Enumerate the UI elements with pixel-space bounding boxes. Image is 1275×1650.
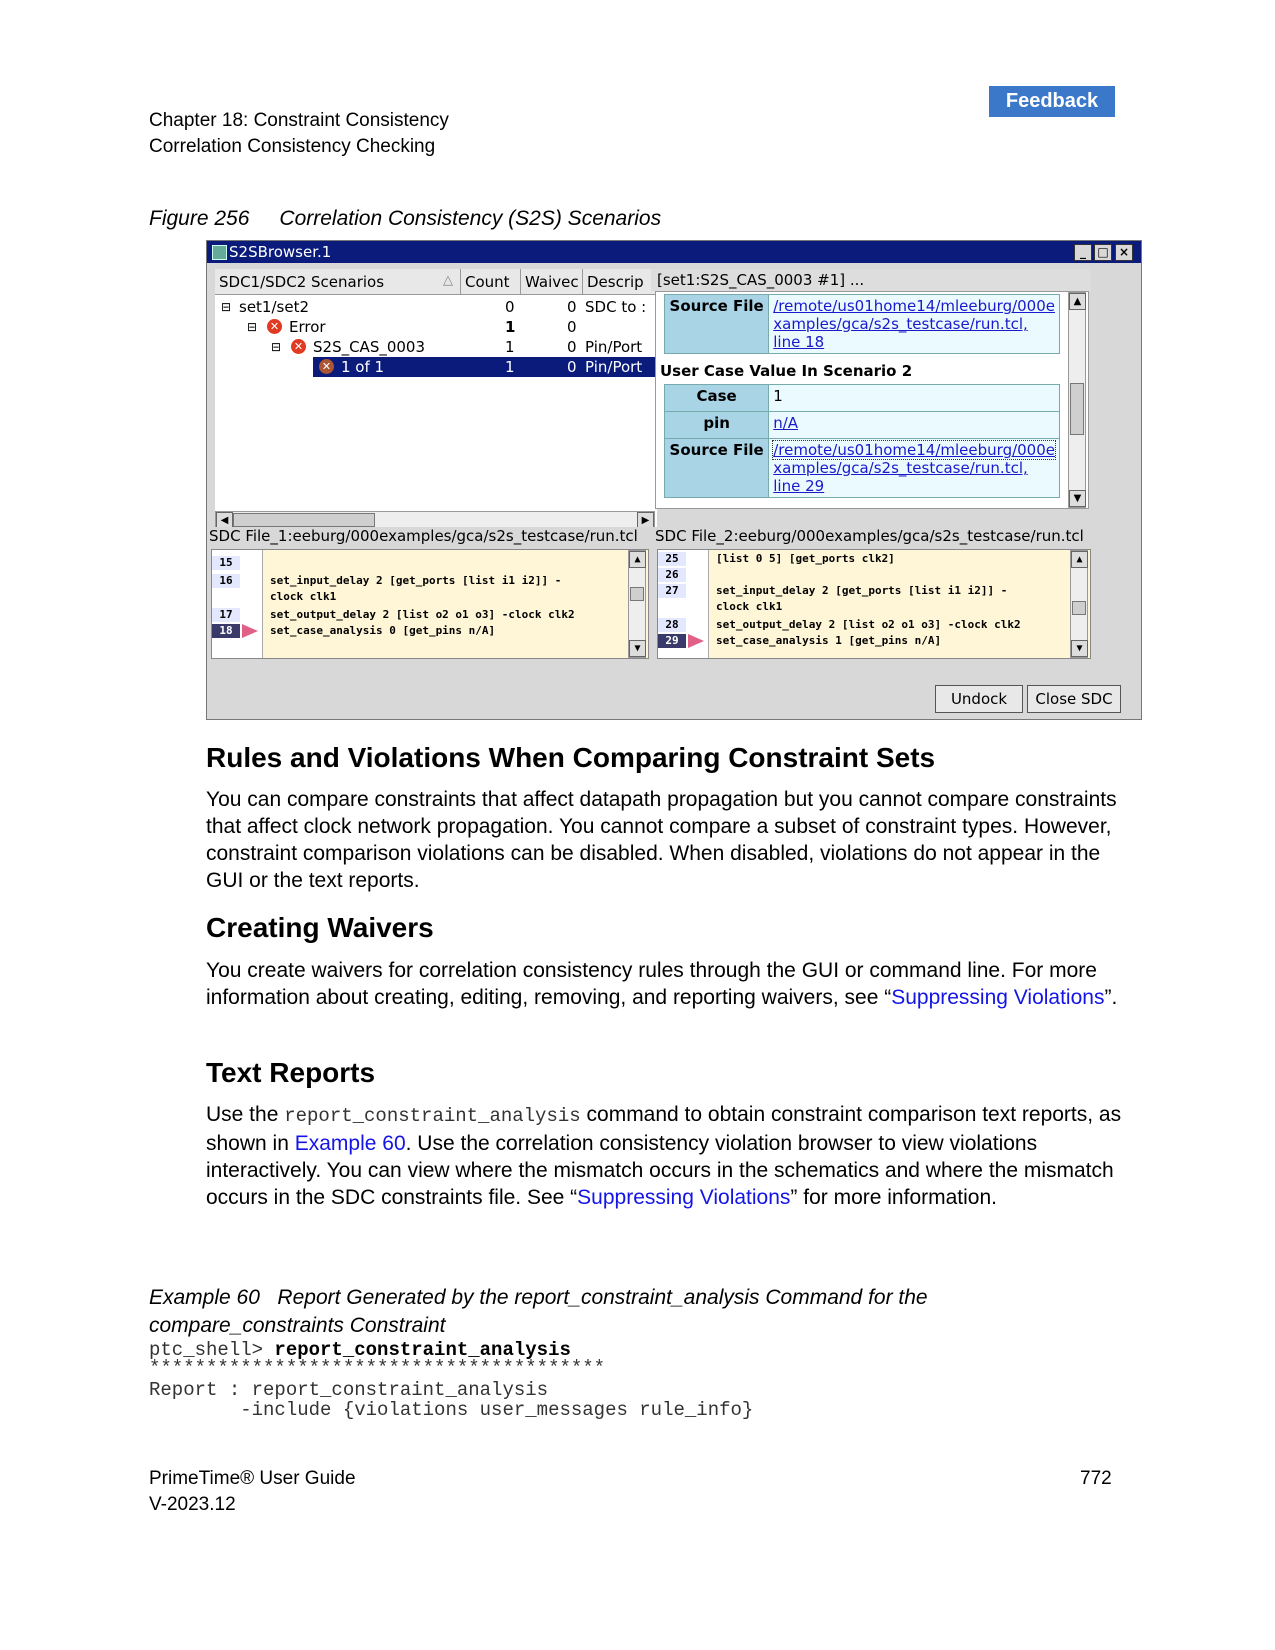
code-report-line1: Report : report_constraint_analysis (149, 1379, 549, 1401)
collapse-icon[interactable]: ⊟ (247, 317, 257, 337)
col-count[interactable]: Count (461, 269, 521, 295)
scroll-thumb[interactable] (1070, 383, 1084, 435)
scroll-right-icon[interactable]: ▶ (637, 512, 654, 527)
source-table-1: Source File /remote/us01home14/mleeburg/… (663, 294, 1060, 354)
scroll-left-icon[interactable]: ◀ (216, 512, 233, 527)
scroll-thumb[interactable] (630, 587, 644, 601)
line-number: 17 (212, 608, 240, 622)
tree-hscrollbar[interactable]: ◀ ▶ (215, 511, 655, 527)
figure-title: Correlation Consistency (S2S) Scenarios (279, 207, 662, 230)
tree-row-selected[interactable]: ✕ 1 of 1 1 0 Pin/Port (215, 357, 657, 377)
scroll-up-icon[interactable]: ▲ (1071, 551, 1088, 568)
sdc1-code-pane: 15 16 set_input_delay 2 [get_ports [list i… (211, 549, 649, 659)
waivers-paragraph: You create waivers for correlation consi… (206, 959, 1118, 1009)
line-number: 29 (658, 634, 686, 648)
tree-row[interactable]: ⊟ ✕ S2S_CAS_0003 1 0 Pin/Port (215, 337, 655, 357)
line-number: 18 (212, 624, 240, 638)
scroll-up-icon[interactable]: ▲ (1069, 293, 1086, 310)
sdc2-title: SDC File_2:eeburg/000examples/gca/s2s_te… (655, 527, 1084, 545)
code-line: set_output_delay 2 [list o2 o1 o3] -cloc… (716, 618, 1021, 631)
line-number: 26 (658, 568, 686, 582)
example-60-link[interactable]: Example 60 (295, 1132, 406, 1155)
feedback-button[interactable]: Feedback (989, 86, 1115, 117)
code-line: [list 0 5] [get_ports clk2] (716, 552, 895, 565)
undock-button[interactable]: Undock (935, 685, 1023, 713)
code-line: set_input_delay 2 [get_ports [list i1 i2… (716, 584, 1008, 597)
col-scenarios[interactable]: SDC1/SDC2 Scenarios (215, 269, 461, 295)
guide-title: PrimeTime® User Guide (149, 1468, 356, 1489)
running-header: Chapter 18: Constraint Consistency Corre… (149, 108, 449, 160)
sdc2-code-pane: 25 [list 0 5] [get_ports clk2] 26 27 set_inp… (657, 549, 1091, 659)
figure-number: Figure 256 (149, 207, 250, 230)
line-number: 16 (212, 574, 240, 588)
close-sdc-button[interactable]: Close SDC (1027, 685, 1121, 713)
scroll-down-icon[interactable]: ▼ (1069, 490, 1086, 507)
chapter-title: Chapter 18: Constraint Consistency (149, 110, 449, 131)
example-caption: Example 60 Report Generated by the repor… (149, 1286, 928, 1337)
line-number: 28 (658, 618, 686, 632)
violation-icon: ✕ (319, 359, 334, 374)
window-titlebar: S2SBrowser.1 _ □ × (207, 241, 1141, 263)
detail-header: [set1:S2S_CAS_0003 #1] ... (651, 269, 1091, 291)
code-line: clock clk1 (716, 600, 783, 613)
page-number: 772 (1080, 1468, 1112, 1489)
scroll-down-icon[interactable]: ▼ (629, 640, 646, 657)
pin-link[interactable]: n/A (773, 414, 798, 432)
minimize-icon[interactable]: _ (1074, 244, 1092, 261)
source-link-1[interactable]: /remote/us01home14/mleeburg/000e (773, 297, 1055, 315)
code-stars: **************************************** (149, 1357, 606, 1379)
scenario2-title: User Case Value In Scenario 2 (660, 362, 913, 380)
suppressing-violations-link-2[interactable]: Suppressing Violations (577, 1186, 790, 1209)
section-title: Correlation Consistency Checking (149, 136, 436, 157)
collapse-icon[interactable]: ⊟ (271, 337, 281, 357)
code-report-line2: -include {violations user_messages rule_… (149, 1399, 754, 1421)
sort-triangle-icon[interactable]: △ (443, 273, 453, 288)
line-number: 15 (212, 556, 240, 570)
source-link-2[interactable]: /remote/us01home14/mleeburg/000e (772, 440, 1056, 460)
reports-paragraph: Use the report_constraint_analysis comma… (206, 1103, 1122, 1209)
scenario-tree: SDC1/SDC2 Scenarios △ Count Waivec Descr… (215, 269, 657, 527)
col-description[interactable]: Descrip (583, 269, 657, 295)
footer-left: PrimeTime® User Guide V-2023.12 (149, 1466, 356, 1518)
current-line-arrow-icon (242, 624, 258, 638)
close-icon[interactable]: × (1115, 244, 1133, 261)
scroll-down-icon[interactable]: ▼ (1071, 640, 1088, 657)
col-waived[interactable]: Waivec (521, 269, 583, 295)
s2s-browser-window: S2SBrowser.1 _ □ × SDC1/SDC2 Scenarios △… (206, 240, 1142, 720)
code-line: clock clk1 (270, 590, 337, 603)
scenario2-table: Case 1 pin n/A Source File /remote/us01hom… (663, 384, 1060, 498)
window-title: S2SBrowser.1 (229, 243, 332, 261)
code-line: set_case_analysis 1 [get_pins n/A] (716, 634, 942, 647)
scroll-up-icon[interactable]: ▲ (629, 551, 646, 568)
current-line-arrow-icon (688, 634, 704, 648)
code-line: set_case_analysis 0 [get_pins n/A] (270, 624, 496, 637)
suppressing-violations-link[interactable]: Suppressing Violations (891, 986, 1104, 1009)
detail-vscrollbar[interactable]: ▲ ▼ (1068, 292, 1086, 508)
guide-version: V-2023.12 (149, 1494, 236, 1515)
tree-row[interactable]: ⊟ ✕ Error 1 0 (215, 317, 655, 337)
waivers-heading: Creating Waivers (206, 912, 434, 943)
tree-row[interactable]: ⊟ set1/set2 0 0 SDC to : (215, 297, 655, 317)
error-icon: ✕ (291, 339, 306, 354)
maximize-icon[interactable]: □ (1094, 244, 1112, 261)
sdc1-title: SDC File_1:eeburg/000examples/gca/s2s_te… (209, 527, 638, 545)
code-line: set_output_delay 2 [list o2 o1 o3] -cloc… (270, 608, 575, 621)
code-line: set_input_delay 2 [get_ports [list i1 i2… (270, 574, 562, 587)
error-icon: ✕ (267, 319, 282, 334)
sdc1-vscrollbar[interactable]: ▲ ▼ (628, 550, 646, 658)
app-icon (212, 245, 227, 260)
reports-heading: Text Reports (206, 1057, 376, 1088)
sdc2-vscrollbar[interactable]: ▲ ▼ (1070, 550, 1088, 658)
detail-pane: Source File /remote/us01home14/mleeburg/… (655, 291, 1089, 509)
rules-heading: Rules and Violations When Comparing Cons… (206, 742, 936, 773)
line-number: 25 (658, 552, 686, 566)
rules-paragraph: You can compare constraints that affect … (206, 788, 1117, 892)
line-number: 27 (658, 584, 686, 598)
command-inline: report_constraint_analysis (284, 1105, 581, 1127)
figure-caption: Figure 256 Correlation Consistency (S2S) … (149, 207, 661, 231)
collapse-icon[interactable]: ⊟ (221, 297, 231, 317)
scroll-thumb[interactable] (1072, 601, 1086, 615)
scroll-thumb[interactable] (233, 513, 375, 527)
